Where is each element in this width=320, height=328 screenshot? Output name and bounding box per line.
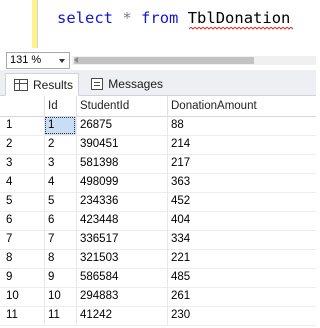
table-row[interactable]: 3 3 581398 217 xyxy=(0,154,316,174)
table-row[interactable]: 5 5 234336 452 xyxy=(0,192,316,212)
donationamount-cell[interactable]: 214 xyxy=(167,135,316,154)
id-cell[interactable]: 7 xyxy=(44,230,76,249)
studentid-cell[interactable]: 581398 xyxy=(76,154,167,173)
messages-icon xyxy=(91,77,104,90)
table-row[interactable]: 10 10 294883 261 xyxy=(0,287,316,307)
row-number-cell[interactable]: 10 xyxy=(0,287,44,306)
row-number-cell[interactable]: 11 xyxy=(0,306,44,325)
table-row[interactable]: 9 9 586584 485 xyxy=(0,268,316,288)
results-tab-strip: Results Messages xyxy=(0,70,316,96)
row-number-cell[interactable]: 3 xyxy=(0,154,44,173)
donationamount-cell[interactable]: 221 xyxy=(167,249,316,268)
id-cell[interactable]: 4 xyxy=(44,173,76,192)
studentid-cell[interactable]: 498099 xyxy=(76,173,167,192)
id-cell[interactable]: 11 xyxy=(44,306,76,325)
select-star: * xyxy=(122,9,132,27)
table-row[interactable]: 7 7 336517 334 xyxy=(0,230,316,250)
table-row[interactable]: 8 8 321503 221 xyxy=(0,249,316,269)
studentid-cell[interactable]: 390451 xyxy=(76,135,167,154)
studentid-cell[interactable]: 423448 xyxy=(76,211,167,230)
tab-results-label: Results xyxy=(33,77,74,92)
grid-header-row: Id StudentId DonationAmount xyxy=(0,96,316,117)
row-number-cell[interactable]: 6 xyxy=(0,211,44,230)
tab-messages-label: Messages xyxy=(108,76,163,91)
donationamount-cell[interactable]: 485 xyxy=(167,268,316,287)
editor-status-strip: 131 % xyxy=(0,48,316,70)
id-cell[interactable]: 3 xyxy=(44,154,76,173)
column-header-id[interactable]: Id xyxy=(44,96,76,116)
row-number-cell[interactable]: 7 xyxy=(0,230,44,249)
row-number-cell[interactable]: 2 xyxy=(0,135,44,154)
id-cell[interactable]: 1 xyxy=(44,116,76,135)
column-header-studentid[interactable]: StudentId xyxy=(76,96,167,116)
table-row[interactable]: 4 4 498099 363 xyxy=(0,173,316,193)
chevron-down-icon xyxy=(59,59,65,63)
row-number-cell[interactable]: 9 xyxy=(0,268,44,287)
donationamount-cell[interactable]: 261 xyxy=(167,287,316,306)
studentid-cell[interactable]: 321503 xyxy=(76,249,167,268)
zoom-value: 131 % xyxy=(10,54,42,66)
donationamount-cell[interactable]: 217 xyxy=(167,154,316,173)
scrollbar-thumb[interactable] xyxy=(74,57,254,64)
donationamount-cell[interactable]: 230 xyxy=(167,306,316,325)
studentid-cell[interactable]: 586584 xyxy=(76,268,167,287)
table-row[interactable]: 6 6 423448 404 xyxy=(0,211,316,231)
studentid-cell[interactable]: 294883 xyxy=(76,287,167,306)
results-grid[interactable]: Id StudentId DonationAmount 1 1 26875 88 2 2 3… xyxy=(0,96,316,328)
donationamount-cell[interactable]: 404 xyxy=(167,211,316,230)
table-row[interactable]: 2 2 390451 214 xyxy=(0,135,316,155)
zoom-dropdown[interactable]: 131 % xyxy=(6,52,70,69)
id-cell[interactable]: 9 xyxy=(44,268,76,287)
id-cell[interactable]: 8 xyxy=(44,249,76,268)
table-name: TblDonation xyxy=(187,9,291,27)
row-number-header[interactable] xyxy=(0,96,44,116)
id-cell[interactable]: 10 xyxy=(44,287,76,306)
row-number-cell[interactable]: 1 xyxy=(0,116,44,135)
donationamount-cell[interactable]: 363 xyxy=(167,173,316,192)
horizontal-scrollbar[interactable] xyxy=(72,56,316,65)
studentid-cell[interactable]: 26875 xyxy=(76,116,167,135)
row-number-cell[interactable]: 5 xyxy=(0,192,44,211)
grid-icon xyxy=(14,78,28,91)
id-cell[interactable]: 5 xyxy=(44,192,76,211)
spelling-squiggle xyxy=(189,27,294,30)
donationamount-cell[interactable]: 334 xyxy=(167,230,316,249)
query-editor[interactable]: select * from TblDonation xyxy=(0,0,316,48)
editor-margin-divider xyxy=(37,0,38,48)
row-number-cell[interactable]: 4 xyxy=(0,173,44,192)
keyword-select: select xyxy=(57,9,113,27)
column-header-donationamount[interactable]: DonationAmount xyxy=(167,96,316,116)
keyword-from: from xyxy=(141,9,179,27)
tab-results[interactable]: Results xyxy=(5,73,79,96)
studentid-cell[interactable]: 336517 xyxy=(76,230,167,249)
table-row[interactable]: 1 1 26875 88 xyxy=(0,116,316,136)
id-cell[interactable]: 6 xyxy=(44,211,76,230)
row-number-cell[interactable]: 8 xyxy=(0,249,44,268)
id-cell[interactable]: 2 xyxy=(44,135,76,154)
scroll-left-icon[interactable] xyxy=(74,57,78,63)
table-row[interactable]: 11 11 41242 230 xyxy=(0,306,316,326)
studentid-cell[interactable]: 234336 xyxy=(76,192,167,211)
tab-messages[interactable]: Messages xyxy=(83,73,163,94)
donationamount-cell[interactable]: 452 xyxy=(167,192,316,211)
donationamount-cell[interactable]: 88 xyxy=(167,116,316,135)
studentid-cell[interactable]: 41242 xyxy=(76,306,167,325)
query-text[interactable]: select * from TblDonation xyxy=(57,7,290,29)
